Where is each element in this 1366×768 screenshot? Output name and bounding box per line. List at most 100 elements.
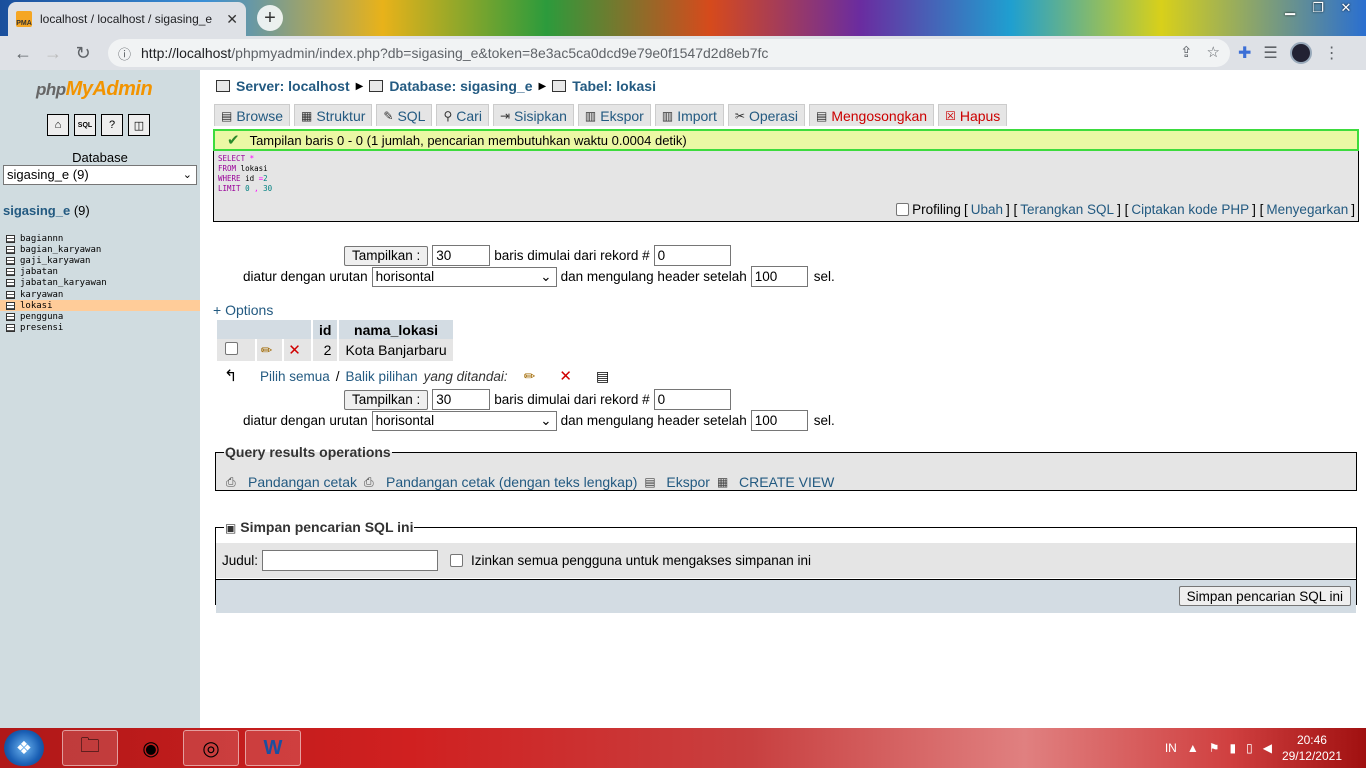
close-window-icon[interactable]: ✕ [1334, 0, 1358, 16]
table-item[interactable]: bagiannn [0, 233, 200, 244]
edit-selected-icon[interactable]: ✏ [524, 368, 536, 385]
create-php-link[interactable]: Ciptakan kode PHP [1131, 202, 1249, 217]
sql-icon: ✎ [383, 108, 394, 123]
volume-icon[interactable]: ◀ [1263, 741, 1272, 755]
media-queue-icon[interactable]: ☰ [1263, 43, 1277, 63]
rows-input[interactable]: 30 [432, 245, 491, 266]
invert-selection-link[interactable]: Balik pilihan [346, 369, 418, 384]
profile-avatar[interactable] [1289, 42, 1312, 64]
new-tab-button[interactable]: + [257, 5, 283, 31]
sql-docs-icon[interactable]: ◫ [128, 114, 150, 136]
table-item[interactable]: presensi [0, 323, 200, 334]
print-icon: ⎙ [363, 475, 374, 489]
firefox-taskbar-icon[interactable]: ◉ [123, 730, 179, 766]
tab-operasi[interactable]: ✂ Operasi [727, 104, 805, 126]
table-item[interactable]: karyawan [0, 289, 200, 300]
create-view-link[interactable]: CREATE VIEW [739, 474, 834, 490]
browser-menu-icon[interactable]: ⋮ [1324, 43, 1340, 63]
extensions-puzzle-icon[interactable]: ✚ [1238, 43, 1251, 63]
edit-pencil-icon[interactable]: ✏ [261, 342, 273, 358]
bookmark-title-input[interactable] [262, 550, 439, 571]
start-input[interactable]: 0 [653, 389, 731, 410]
tab-ekspor[interactable]: ▥ Ekspor [577, 104, 651, 126]
back-icon[interactable]: ← [8, 38, 38, 68]
file-explorer-taskbar-icon[interactable]: 🗀 [62, 730, 118, 766]
delete-x-icon[interactable]: ✕ [288, 342, 301, 359]
column-header-nama-lokasi[interactable]: nama_lokasi [339, 320, 453, 339]
tab-close-icon[interactable]: ✕ [226, 11, 238, 28]
clock[interactable]: 20:46 29/12/2021 [1282, 732, 1342, 764]
bookmark-star-icon[interactable]: ☆ [1207, 43, 1220, 61]
browser-tab[interactable]: PMA localhost / localhost / sigasing_e ✕ [8, 2, 246, 36]
forward-icon[interactable]: → [38, 38, 68, 68]
display-mode-select[interactable]: horisontal ⌄ [371, 266, 557, 287]
breadcrumb-table[interactable]: Tabel: lokasi [572, 78, 656, 94]
address-bar[interactable]: ⓘ http://localhost/phpmyadmin/index.php?… [108, 39, 1230, 67]
edit-sql-link[interactable]: Ubah [971, 202, 1003, 217]
show-button[interactable]: Tampilkan : [344, 389, 429, 410]
print-view-link[interactable]: Pandangan cetak [248, 474, 357, 490]
table-icon [6, 290, 15, 299]
tab-struktur[interactable]: ▦ Struktur [294, 104, 373, 126]
table-item[interactable]: pengguna [0, 311, 200, 322]
sql-number: 2 [263, 174, 268, 183]
share-icon[interactable]: ⇪ [1180, 43, 1193, 61]
explain-sql-link[interactable]: Terangkan SQL [1020, 202, 1114, 217]
language-indicator[interactable]: IN [1165, 741, 1177, 755]
breadcrumb-server[interactable]: Server: localhost [236, 78, 350, 94]
delete-selected-icon[interactable]: ✕ [559, 367, 572, 385]
print-view-full-link[interactable]: Pandangan cetak (dengan teks lengkap) [386, 474, 637, 490]
table-item[interactable]: gaji_karyawan [0, 255, 200, 266]
reload-icon[interactable]: ↻ [68, 38, 98, 68]
chrome-taskbar-icon[interactable]: ◎ [183, 730, 239, 766]
documentation-icon[interactable]: ? [101, 114, 123, 136]
start-input[interactable]: 0 [653, 245, 731, 266]
table-item[interactable]: bagian_karyawan [0, 244, 200, 255]
network-signal-icon[interactable]: ▮ [1229, 741, 1236, 755]
phpmyadmin-logo[interactable]: phpMyAdmin [36, 78, 153, 101]
database-link[interactable]: sigasing_e [3, 203, 70, 218]
display-mode-select[interactable]: horisontal ⌄ [371, 410, 557, 431]
table-item[interactable]: jabatan [0, 267, 200, 278]
site-info-icon[interactable]: ⓘ [118, 44, 131, 63]
save-sql-button[interactable]: Simpan pencarian SQL ini [1178, 586, 1351, 606]
action-center-flag-icon[interactable]: ⚑ [1209, 741, 1220, 755]
profiling-checkbox[interactable] [896, 203, 910, 216]
home-icon[interactable]: ⌂ [47, 114, 69, 136]
start-button[interactable]: ❖ [4, 730, 44, 766]
repeat-input[interactable]: 100 [750, 266, 808, 287]
minimize-icon[interactable]: ▁ [1278, 0, 1302, 16]
tab-browse[interactable]: ▤ Browse [214, 104, 291, 126]
show-button[interactable]: Tampilkan : [344, 245, 429, 266]
database-select[interactable]: sigasing_e (9) ⌄ [3, 165, 197, 185]
rows-input[interactable]: 30 [432, 389, 491, 410]
battery-icon[interactable]: ▯ [1246, 741, 1253, 755]
repeat-input[interactable]: 100 [750, 410, 808, 431]
refresh-link[interactable]: Menyegarkan [1266, 202, 1348, 217]
table-item-active[interactable]: lokasi [0, 300, 200, 312]
word-taskbar-icon[interactable]: W [245, 730, 301, 766]
tab-sisipkan[interactable]: ⇥ Sisipkan [492, 104, 574, 126]
breadcrumb-database[interactable]: Database: sigasing_e [389, 78, 532, 94]
tab-import[interactable]: ▥ Import [654, 104, 724, 126]
options-link[interactable]: + Options [213, 302, 273, 318]
export-selected-icon[interactable]: ▤ [596, 368, 609, 385]
table-item[interactable]: jabatan_karyawan [0, 278, 200, 289]
check-all-link[interactable]: Pilih semua [260, 369, 330, 384]
url-text[interactable]: http://localhost/phpmyadmin/index.php?db… [141, 45, 768, 61]
tab-mengosongkan[interactable]: ▤ Mengosongkan [808, 104, 935, 126]
restore-icon[interactable]: ❐ [1306, 0, 1330, 16]
table-icon [6, 301, 15, 310]
row-checkbox[interactable] [225, 342, 238, 355]
sql-query-icon[interactable]: SQL [74, 114, 96, 136]
column-header-id[interactable]: id [313, 320, 338, 339]
tab-hapus[interactable]: ☒ Hapus [938, 104, 1008, 126]
logo-php: php [36, 80, 66, 99]
tab-sql[interactable]: ✎ SQL [376, 104, 433, 126]
show-hidden-icons-icon[interactable]: ▲ [1187, 741, 1199, 755]
share-bookmark-checkbox[interactable] [450, 554, 464, 567]
tab-cari[interactable]: ⚲ Cari [436, 104, 489, 126]
table-icon [6, 279, 15, 288]
browser-titlebar: PMA localhost / localhost / sigasing_e ✕… [0, 0, 1366, 36]
export-link[interactable]: Ekspor [666, 474, 710, 490]
